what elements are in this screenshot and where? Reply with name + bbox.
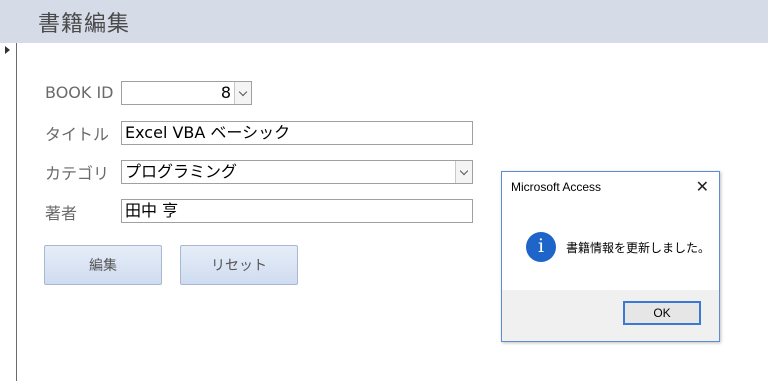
book-id-dropdown-button[interactable]: [234, 82, 251, 104]
close-icon[interactable]: ✕: [696, 177, 709, 196]
reset-button[interactable]: リセット: [180, 245, 298, 285]
info-icon: i: [526, 232, 556, 262]
title-value: Excel VBA ベーシック: [125, 123, 291, 142]
record-pointer-icon: [5, 46, 10, 54]
book-id-value: 8: [220, 83, 231, 102]
title-label: タイトル: [45, 125, 110, 144]
category-label: カテゴリ: [45, 164, 110, 183]
book-id-label: BOOK ID: [45, 83, 114, 102]
author-field[interactable]: 田中 亨: [121, 199, 473, 223]
category-value: プログラミング: [125, 162, 238, 181]
book-id-combo[interactable]: 8: [121, 81, 252, 105]
dialog-message: 書籍情報を更新しました。: [566, 241, 711, 255]
form-header: 書籍編集: [0, 0, 768, 43]
ok-button[interactable]: OK: [623, 301, 701, 325]
message-dialog: Microsoft Access ✕ i 書籍情報を更新しました。 OK: [501, 171, 720, 342]
edit-button[interactable]: 編集: [44, 245, 162, 285]
chevron-down-icon: [238, 87, 248, 96]
title-field[interactable]: Excel VBA ベーシック: [121, 121, 473, 145]
chevron-down-icon: [459, 166, 469, 175]
dialog-footer: OK: [502, 290, 719, 341]
form-title: 書籍編集: [38, 12, 131, 37]
record-selector[interactable]: [0, 43, 17, 381]
author-label: 著者: [45, 204, 78, 223]
info-icon-glyph: i: [537, 235, 545, 257]
category-dropdown-button[interactable]: [455, 161, 472, 183]
category-combo[interactable]: プログラミング: [121, 160, 473, 184]
dialog-title: Microsoft Access: [511, 180, 602, 194]
author-value: 田中 亨: [125, 201, 179, 220]
